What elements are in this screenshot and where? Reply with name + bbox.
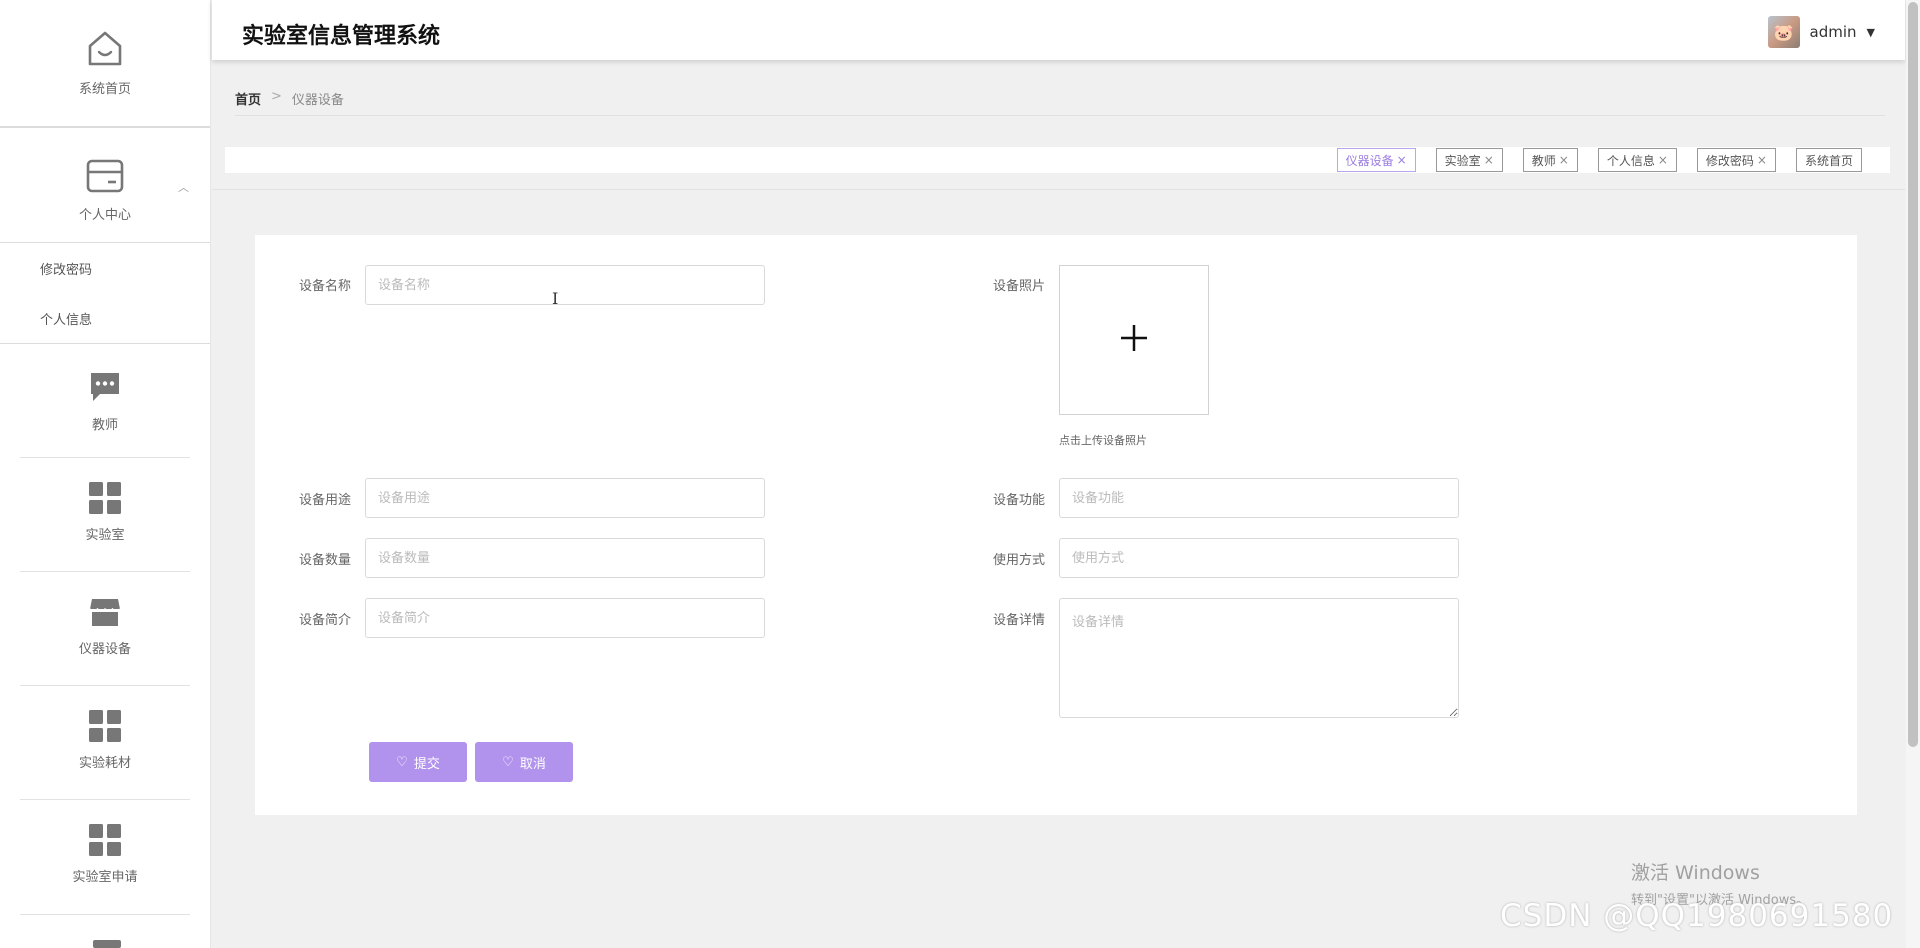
grid-icon <box>89 710 121 746</box>
close-icon[interactable]: × <box>1757 153 1767 167</box>
scrollbar-thumb[interactable] <box>1908 2 1918 747</box>
watermark: CSDN @QQ1980691580 <box>1500 898 1894 934</box>
equipment-form: 设备名称 设备照片 点击上传设备照片 设备用途 设备功能 设备数量 使用方式 设… <box>255 235 1857 815</box>
submit-label: 提交 <box>413 756 440 772</box>
breadcrumb-current: 仪器设备 <box>291 93 344 108</box>
tag-label: 个人信息 <box>1606 153 1655 168</box>
label-detail: 设备详情 <box>993 613 1046 628</box>
label-usage: 设备用途 <box>299 493 352 508</box>
cancel-label: 取消 <box>519 756 546 772</box>
chat-icon <box>88 370 122 408</box>
label-method: 使用方式 <box>993 553 1046 568</box>
sidebar-item-personal-center[interactable]: 个人中心 <box>20 158 190 223</box>
divider <box>0 126 210 128</box>
method-input[interactable] <box>1059 538 1459 578</box>
grid-icon <box>89 482 121 518</box>
plus-icon <box>1119 323 1149 357</box>
divider <box>0 343 210 344</box>
divider <box>235 115 1885 116</box>
caret-down-icon: ▼ <box>1866 25 1875 39</box>
store-icon <box>89 596 121 632</box>
sidebar-item-equipment[interactable]: 仪器设备 <box>20 596 190 657</box>
sidebar-item-lab[interactable]: 实验室 <box>20 482 190 543</box>
close-icon[interactable]: × <box>1397 153 1407 167</box>
app-title: 实验室信息管理系统 <box>242 24 441 49</box>
tag-personal-info[interactable]: 个人信息 × <box>1597 148 1677 172</box>
sidebar-item-label: 仪器设备 <box>78 642 131 657</box>
tag-teacher[interactable]: 教师 × <box>1522 148 1578 172</box>
windows-activation-title: 激活 Windows <box>1631 862 1760 884</box>
home-icon <box>85 28 125 72</box>
label-quantity: 设备数量 <box>299 553 352 568</box>
heart-icon: ♡ <box>502 754 514 770</box>
grid-icon <box>89 824 121 860</box>
photo-upload-hint: 点击上传设备照片 <box>1059 434 1147 447</box>
tag-home[interactable]: 系统首页 <box>1795 148 1862 172</box>
page-scrollbar[interactable] <box>1906 0 1920 948</box>
breadcrumb: 首页 > 仪器设备 <box>235 89 344 108</box>
divider <box>20 571 190 572</box>
cancel-button[interactable]: ♡ 取消 <box>475 742 573 782</box>
divider <box>20 799 190 800</box>
label-name: 设备名称 <box>299 279 352 294</box>
sidebar-item-lab-application[interactable]: 实验室申请 <box>20 824 190 885</box>
username: admin <box>1809 23 1857 41</box>
close-icon[interactable]: × <box>1559 153 1569 167</box>
sidebar-item-label: 实验室申请 <box>72 870 138 885</box>
divider <box>0 242 210 243</box>
name-input[interactable] <box>365 265 765 305</box>
sidebar-item-label: 实验耗材 <box>78 756 131 771</box>
breadcrumb-separator: > <box>271 89 282 104</box>
quantity-input[interactable] <box>365 538 765 578</box>
breadcrumb-home[interactable]: 首页 <box>235 89 261 108</box>
divider <box>20 457 190 458</box>
sidebar-subitem-personal-info[interactable]: 个人信息 <box>40 309 92 328</box>
sidebar-subitem-change-password[interactable]: 修改密码 <box>40 259 92 278</box>
tag-label: 修改密码 <box>1705 153 1754 168</box>
divider <box>20 685 190 686</box>
sidebar-item-consumables[interactable]: 实验耗材 <box>20 710 190 771</box>
function-input[interactable] <box>1059 478 1459 518</box>
close-icon[interactable]: × <box>1658 153 1668 167</box>
close-icon[interactable]: × <box>1484 153 1494 167</box>
sidebar-item-label: 实验室 <box>85 528 125 543</box>
sidebar: 系统首页 个人中心 ︿ 修改密码 个人信息 教师 实验室 仪器设备 实验耗材 实… <box>0 0 211 948</box>
tag-label: 仪器设备 <box>1345 153 1394 168</box>
tag-change-password[interactable]: 修改密码 × <box>1696 148 1776 172</box>
tag-lab[interactable]: 实验室 × <box>1435 148 1503 172</box>
detail-textarea[interactable] <box>1059 598 1459 718</box>
sidebar-item-label: 系统首页 <box>78 82 131 97</box>
heart-icon: ♡ <box>396 754 408 770</box>
chevron-up-icon[interactable]: ︿ <box>178 179 189 195</box>
wallet-icon <box>86 158 124 198</box>
tag-label: 实验室 <box>1444 153 1481 168</box>
user-menu[interactable]: 🐷 admin ▼ <box>1767 16 1875 48</box>
tag-label: 教师 <box>1531 153 1556 168</box>
divider <box>20 914 190 915</box>
sidebar-item-label: 教师 <box>91 418 118 433</box>
usage-input[interactable] <box>365 478 765 518</box>
divider <box>212 189 1905 190</box>
label-function: 设备功能 <box>993 493 1046 508</box>
photo-uploader[interactable] <box>1059 265 1209 415</box>
sidebar-item-teacher[interactable]: 教师 <box>20 370 190 433</box>
label-intro: 设备简介 <box>299 613 352 628</box>
label-photo: 设备照片 <box>993 279 1046 294</box>
avatar: 🐷 <box>1767 16 1800 48</box>
intro-input[interactable] <box>365 598 765 638</box>
sidebar-item-home[interactable]: 系统首页 <box>20 28 190 97</box>
partial-icon <box>93 940 121 948</box>
tag-label: 系统首页 <box>1804 153 1853 168</box>
submit-button[interactable]: ♡ 提交 <box>369 742 467 782</box>
text-cursor-icon: I <box>552 289 559 308</box>
top-header: 实验室信息管理系统 🐷 admin ▼ <box>212 0 1905 60</box>
tag-equipment[interactable]: 仪器设备 × <box>1336 148 1416 172</box>
tags-bar: 仪器设备 × 实验室 × 教师 × 个人信息 × 修改密码 × 系统首页 <box>225 147 1890 173</box>
sidebar-item-label: 个人中心 <box>78 208 131 223</box>
